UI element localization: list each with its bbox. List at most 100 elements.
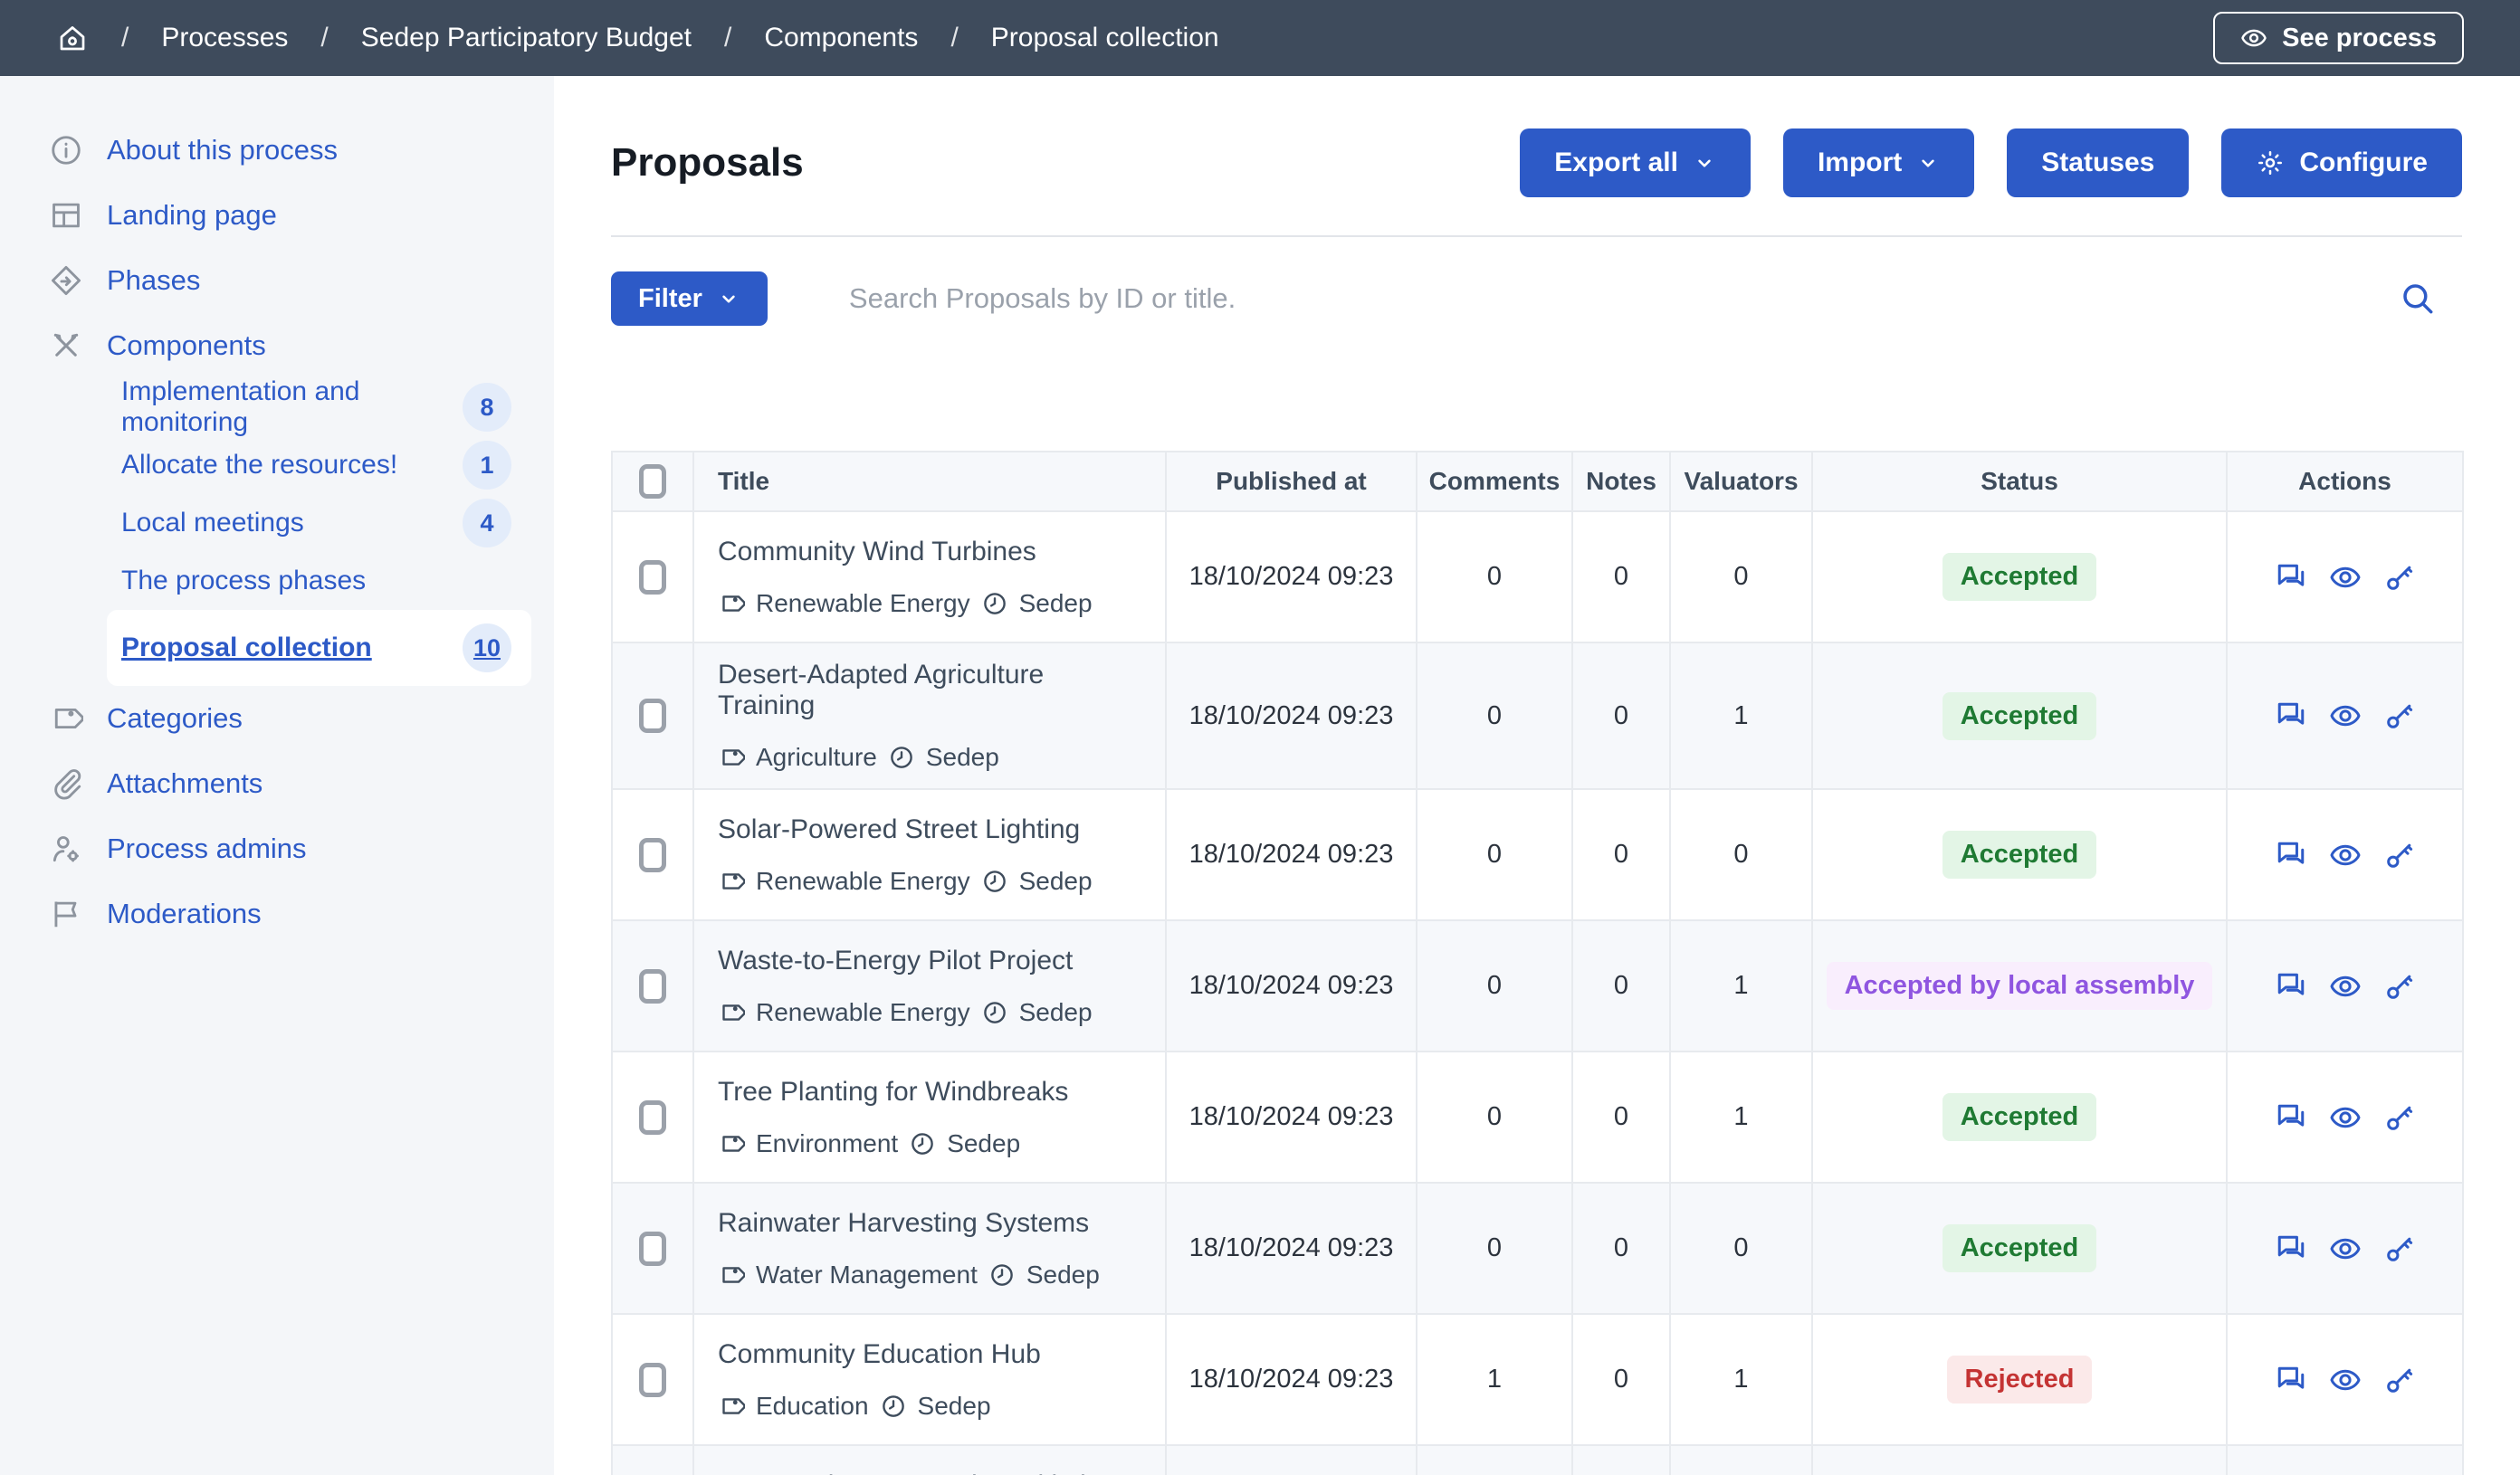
key-icon[interactable] xyxy=(2383,699,2416,732)
comment-icon[interactable] xyxy=(2275,1101,2307,1134)
proposal-title-link[interactable]: Community Composting Initiative xyxy=(718,1470,1147,1475)
export-all-label: Export all xyxy=(1554,148,1678,178)
row-checkbox[interactable] xyxy=(639,1100,666,1135)
row-actions xyxy=(2228,839,2462,871)
eye-icon[interactable] xyxy=(2329,970,2362,1003)
proposal-title-link[interactable]: Desert-Adapted Agriculture Training xyxy=(718,660,1147,721)
valuators-count-cell: 0 xyxy=(1670,1445,1812,1475)
comment-icon[interactable] xyxy=(2275,970,2307,1003)
sidebar-item-landing-page[interactable]: Landing page xyxy=(0,183,554,248)
key-icon[interactable] xyxy=(2383,1101,2416,1134)
eye-icon[interactable] xyxy=(2329,699,2362,732)
eye-icon[interactable] xyxy=(2329,561,2362,594)
toolbar: Export all Import Statuses xyxy=(1520,128,2462,197)
table-row: Solar-Powered Street Lighting Renewable … xyxy=(612,789,2463,920)
import-button[interactable]: Import xyxy=(1783,128,1974,197)
proposal-title-link[interactable]: Community Education Hub xyxy=(718,1339,1147,1370)
eye-icon[interactable] xyxy=(2329,1232,2362,1265)
scope-clock-icon xyxy=(880,1393,907,1420)
eye-icon[interactable] xyxy=(2329,1364,2362,1396)
sidebar-item-process-phases[interactable]: The process phases xyxy=(107,552,531,610)
published-at-cell: 18/10/2024 09:23 xyxy=(1166,1314,1417,1445)
status-badge: Rejected xyxy=(1947,1356,2093,1404)
search-input[interactable] xyxy=(768,271,2462,326)
sidebar-item-allocate-resources[interactable]: Allocate the resources! 1 xyxy=(107,436,531,494)
proposal-title-link[interactable]: Tree Planting for Windbreaks xyxy=(718,1077,1147,1108)
notes-count-cell: 0 xyxy=(1572,1445,1670,1475)
breadcrumb-proposal-collection[interactable]: Proposal collection xyxy=(991,23,1219,53)
sidebar-item-categories[interactable]: Categories xyxy=(0,686,554,751)
sidebar-item-label: About this process xyxy=(107,134,338,167)
chevron-down-icon xyxy=(717,287,740,310)
sidebar-item-about[interactable]: About this process xyxy=(0,118,554,183)
comment-icon[interactable] xyxy=(2275,699,2307,732)
table-row: Tree Planting for Windbreaks Environment… xyxy=(612,1052,2463,1183)
eye-icon[interactable] xyxy=(2329,1101,2362,1134)
row-checkbox[interactable] xyxy=(639,1232,666,1266)
valuators-count-cell: 1 xyxy=(1670,642,1812,789)
sidebar-item-moderations[interactable]: Moderations xyxy=(0,881,554,947)
admin-home-icon[interactable] xyxy=(56,22,89,54)
filter-button[interactable]: Filter xyxy=(611,271,768,326)
count-badge: 10 xyxy=(463,623,511,672)
sidebar-item-local-meetings[interactable]: Local meetings 4 xyxy=(107,494,531,552)
search-icon[interactable] xyxy=(2399,280,2437,318)
statuses-button[interactable]: Statuses xyxy=(2007,128,2189,197)
column-header-actions: Actions xyxy=(2227,452,2463,511)
sub-item-label: Allocate the resources! xyxy=(121,450,397,481)
proposal-title-link[interactable]: Waste-to-Energy Pilot Project xyxy=(718,946,1147,976)
comment-icon[interactable] xyxy=(2275,1364,2307,1396)
scope-clock-icon xyxy=(981,868,1008,895)
key-icon[interactable] xyxy=(2383,1364,2416,1396)
row-checkbox[interactable] xyxy=(639,1363,666,1397)
statuses-label: Statuses xyxy=(2041,148,2154,178)
sidebar-item-label: Moderations xyxy=(107,898,262,930)
sidebar-item-attachments[interactable]: Attachments xyxy=(0,751,554,816)
eye-icon[interactable] xyxy=(2329,839,2362,871)
breadcrumb-process-name[interactable]: Sedep Participatory Budget xyxy=(361,23,692,53)
notes-count-cell: 0 xyxy=(1572,789,1670,920)
comments-count-cell: 0 xyxy=(1417,920,1572,1052)
comment-icon[interactable] xyxy=(2275,1232,2307,1265)
breadcrumb-separator: / xyxy=(692,23,764,53)
sub-item-label: Implementation and monitoring xyxy=(121,376,463,438)
key-icon[interactable] xyxy=(2383,839,2416,871)
proposal-title-link[interactable]: Solar-Powered Street Lighting xyxy=(718,814,1147,845)
comments-count-cell: 2 xyxy=(1417,1445,1572,1475)
comment-icon[interactable] xyxy=(2275,561,2307,594)
row-checkbox[interactable] xyxy=(639,560,666,595)
comments-count-cell: 0 xyxy=(1417,789,1572,920)
notes-count-cell: 0 xyxy=(1572,642,1670,789)
sidebar-item-process-admins[interactable]: Process admins xyxy=(0,816,554,881)
row-checkbox[interactable] xyxy=(639,969,666,1004)
row-checkbox[interactable] xyxy=(639,838,666,872)
sidebar-item-implementation-monitoring[interactable]: Implementation and monitoring 8 xyxy=(107,378,531,436)
see-process-button[interactable]: See process xyxy=(2213,12,2464,64)
sidebar-item-components[interactable]: Components xyxy=(0,313,554,378)
breadcrumb-processes[interactable]: Processes xyxy=(161,23,288,53)
proposal-title-link[interactable]: Community Wind Turbines xyxy=(718,537,1147,567)
breadcrumb-components[interactable]: Components xyxy=(764,23,918,53)
key-icon[interactable] xyxy=(2383,1232,2416,1265)
key-icon[interactable] xyxy=(2383,970,2416,1003)
table-row: Desert-Adapted Agriculture Training Agri… xyxy=(612,642,2463,789)
user-gear-icon xyxy=(49,832,83,866)
scope-label: Sedep xyxy=(918,1392,991,1421)
select-all-checkbox[interactable] xyxy=(639,464,666,499)
notes-count-cell: 0 xyxy=(1572,1314,1670,1445)
export-all-button[interactable]: Export all xyxy=(1520,128,1751,197)
category-tag-icon xyxy=(718,744,745,771)
flag-icon xyxy=(49,897,83,931)
comment-icon[interactable] xyxy=(2275,839,2307,871)
row-actions xyxy=(2228,1101,2462,1134)
proposal-title-link[interactable]: Rainwater Harvesting Systems xyxy=(718,1208,1147,1239)
configure-button[interactable]: Configure xyxy=(2221,128,2462,197)
row-checkbox[interactable] xyxy=(639,699,666,733)
sidebar-item-proposal-collection[interactable]: Proposal collection 10 xyxy=(107,610,531,686)
proposals-table-body: Community Wind Turbines Renewable Energy… xyxy=(612,511,2463,1475)
page-title: Proposals xyxy=(611,140,804,186)
sidebar-item-label: Categories xyxy=(107,702,243,735)
row-actions xyxy=(2228,1232,2462,1265)
key-icon[interactable] xyxy=(2383,561,2416,594)
sidebar-item-phases[interactable]: Phases xyxy=(0,248,554,313)
